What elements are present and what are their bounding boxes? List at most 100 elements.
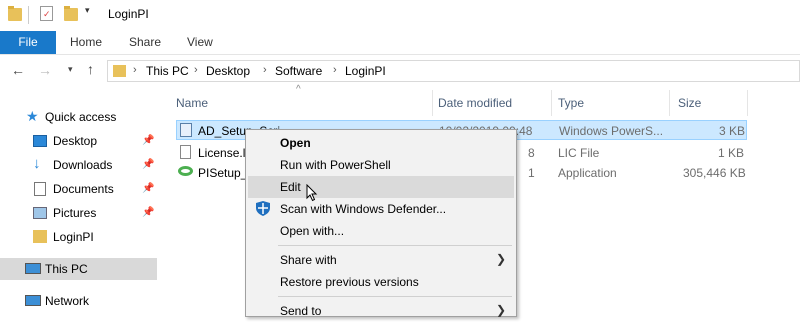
menu-item-label: Open with... [280, 224, 345, 238]
chevron-right-icon[interactable]: › [133, 64, 137, 76]
file-date: 8 [528, 146, 535, 160]
menu-item-label: Share with [280, 253, 337, 267]
menu-item-label: Scan with Windows Defender... [280, 202, 447, 216]
file-type: LIC File [558, 146, 600, 160]
file-type: Application [558, 166, 617, 180]
menu-item-open-with[interactable]: Open with... [248, 220, 514, 242]
pin-icon[interactable]: 📌 [142, 135, 154, 146]
nav-item-label: Pictures [53, 206, 97, 220]
nav-item-desktop[interactable]: Desktop 📌 [0, 130, 157, 152]
menu-item-scan-with-windows-defender[interactable]: Scan with Windows Defender... [248, 198, 514, 220]
nav-item-this-pc[interactable]: This PC [0, 258, 157, 280]
ribbon-tabs: File Home Share View [0, 31, 800, 55]
menu-item-label: Send to [280, 304, 322, 318]
desktop-icon [33, 135, 47, 147]
nav-item-pictures[interactable]: Pictures 📌 [0, 202, 157, 224]
nav-item-documents[interactable]: Documents 📌 [0, 178, 157, 200]
address-bar[interactable]: › This PC › Desktop › Software › LoginPI [107, 60, 800, 82]
column-divider[interactable] [669, 90, 670, 116]
menu-item-run-with-powershell[interactable]: Run with PowerShell [248, 154, 514, 176]
breadcrumb-this-pc[interactable]: This PC [146, 64, 189, 78]
column-divider[interactable] [747, 90, 748, 116]
file-date: 1 [528, 166, 535, 180]
file-icon [180, 145, 191, 159]
column-header-date-modified[interactable]: Date modified [438, 96, 512, 110]
chevron-right-icon[interactable]: › [263, 64, 267, 76]
new-folder-icon[interactable] [64, 6, 78, 21]
download-icon: ↓ [33, 155, 41, 172]
pin-icon[interactable]: 📌 [142, 207, 154, 218]
file-size: 3 KB [719, 124, 746, 138]
tab-share[interactable]: Share [129, 31, 161, 54]
column-header-type[interactable]: Type [558, 96, 584, 110]
back-arrow-icon[interactable]: ← [11, 62, 25, 78]
nav-item-label: LoginPI [53, 230, 94, 244]
window-title: LoginPI [108, 7, 149, 21]
nav-item-label: Downloads [53, 158, 113, 172]
recent-locations-chevron-icon[interactable]: ▾ [68, 64, 73, 75]
nav-item-label: This PC [45, 262, 88, 276]
nav-item-downloads[interactable]: ↓ Downloads 📌 [0, 154, 157, 176]
file-type: Windows PowerS... [559, 124, 664, 138]
navigation-bar: ← → ▾ ↑ › This PC › Desktop › Software ›… [0, 55, 800, 87]
forward-arrow-icon[interactable]: → [38, 62, 52, 78]
folder-icon [8, 6, 22, 21]
column-header-size[interactable]: Size [678, 96, 701, 110]
nav-item-label: Documents [53, 182, 114, 196]
folder-icon [113, 65, 126, 77]
tab-view[interactable]: View [187, 31, 213, 54]
chevron-right-icon[interactable]: › [194, 64, 198, 76]
menu-item-label: Open [280, 136, 311, 150]
breadcrumb-loginpi[interactable]: LoginPI [345, 64, 386, 78]
nav-item-label: Desktop [53, 134, 98, 148]
pin-icon[interactable]: 📌 [142, 183, 154, 194]
navigation-pane: ★ Quick access Desktop 📌 ↓ Downloads 📌 D… [0, 88, 157, 317]
windows-defender-shield-icon [256, 201, 270, 216]
menu-item-send-to[interactable]: Send to ❯ [248, 300, 514, 322]
file-size: 305,446 KB [683, 166, 746, 180]
documents-icon [34, 182, 46, 196]
menu-item-open[interactable]: Open [248, 132, 514, 154]
nav-item-loginpi[interactable]: LoginPI [0, 226, 157, 248]
chevron-right-icon: ❯ [495, 252, 506, 266]
column-header-name[interactable]: Name [176, 96, 208, 110]
chevron-right-icon[interactable]: › [333, 64, 337, 76]
menu-item-label: Restore previous versions [280, 275, 419, 289]
up-arrow-icon[interactable]: ↑ [87, 61, 94, 77]
customize-toolbar-icon[interactable]: ▾ [85, 5, 90, 16]
powershell-script-icon [180, 123, 192, 137]
menu-item-edit[interactable]: Edit [248, 176, 514, 202]
chevron-right-icon: ❯ [495, 303, 506, 317]
breadcrumb-desktop[interactable]: Desktop [206, 64, 250, 78]
tab-file[interactable]: File [0, 31, 56, 54]
nav-item-label: Network [45, 294, 90, 308]
menu-separator [278, 296, 512, 297]
nav-item-quick-access[interactable]: ★ Quick access [0, 106, 157, 128]
file-name: PISetup_ [198, 166, 248, 180]
sort-ascending-icon: ^ [296, 84, 301, 95]
network-icon [25, 295, 41, 306]
pin-icon[interactable]: 📌 [142, 159, 154, 170]
pictures-icon [33, 207, 47, 219]
folder-icon [33, 230, 47, 243]
menu-item-restore-previous-versions[interactable]: Restore previous versions [248, 271, 514, 293]
breadcrumb-software[interactable]: Software [275, 64, 322, 78]
title-bar: ✓ ▾ LoginPI [0, 0, 800, 31]
nav-item-label: Quick access [45, 110, 117, 124]
menu-item-label: Run with PowerShell [280, 158, 391, 172]
column-divider[interactable] [432, 90, 433, 116]
properties-icon[interactable]: ✓ [40, 6, 53, 21]
toolbar-divider [28, 6, 29, 24]
context-menu: Open Run with PowerShell Edit Scan with … [245, 129, 517, 318]
nav-item-network[interactable]: Network [0, 290, 157, 312]
tab-home[interactable]: Home [70, 31, 102, 54]
menu-item-share-with[interactable]: Share with ❯ [248, 249, 514, 271]
menu-item-label: Edit [280, 180, 301, 194]
file-name: License.li [198, 146, 249, 160]
column-divider[interactable] [551, 90, 552, 116]
computer-icon [25, 263, 41, 274]
menu-separator [278, 245, 512, 246]
file-size: 1 KB [718, 146, 745, 160]
application-icon [178, 166, 193, 176]
star-icon: ★ [26, 108, 39, 124]
